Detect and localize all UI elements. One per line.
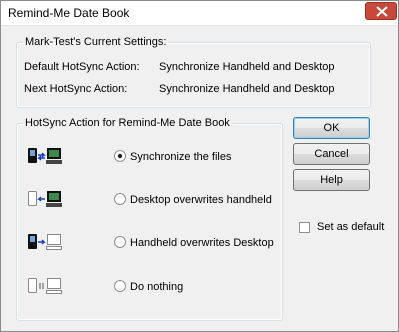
- set-as-default-checkbox[interactable]: [299, 222, 310, 233]
- close-icon: [376, 6, 388, 17]
- desktop-to-handheld-icon: [28, 191, 62, 207]
- close-button[interactable]: [365, 2, 397, 20]
- radio-synchronize[interactable]: [114, 150, 126, 162]
- ok-button[interactable]: OK: [293, 117, 370, 139]
- do-nothing-icon: [28, 278, 62, 294]
- next-action-label: Next HotSync Action:: [24, 83, 128, 95]
- current-settings-group: Mark-Test's Current Settings: Default Ho…: [16, 36, 371, 108]
- radio-handheld-overwrites[interactable]: [114, 236, 126, 248]
- option-synchronize-label[interactable]: Synchronize the files: [130, 151, 232, 163]
- option-do-nothing-label[interactable]: Do nothing: [130, 281, 183, 293]
- handheld-to-desktop-icon: [28, 234, 62, 250]
- option-handheld-overwrites-label[interactable]: Handheld overwrites Desktop: [130, 237, 274, 249]
- cancel-button[interactable]: Cancel: [293, 143, 370, 165]
- dialog-window: Remind-Me Date Book Mark-Test's Current …: [0, 0, 399, 332]
- radio-do-nothing[interactable]: [114, 280, 126, 292]
- next-action-value: Synchronize Handheld and Desktop: [159, 83, 335, 95]
- default-action-label: Default HotSync Action:: [24, 61, 140, 73]
- default-action-value: Synchronize Handheld and Desktop: [159, 61, 335, 73]
- hotsync-action-legend: HotSync Action for Remind-Me Date Book: [25, 117, 230, 129]
- title-bar: Remind-Me Date Book: [1, 1, 398, 26]
- option-desktop-overwrites-label[interactable]: Desktop overwrites handheld: [130, 194, 272, 206]
- radio-desktop-overwrites[interactable]: [114, 193, 126, 205]
- window-title: Remind-Me Date Book: [8, 6, 130, 20]
- sync-both-icon: [28, 148, 62, 164]
- current-settings-legend: Mark-Test's Current Settings:: [25, 36, 167, 48]
- help-button[interactable]: Help: [293, 169, 370, 191]
- hotsync-action-group: HotSync Action for Remind-Me Date Book S…: [16, 117, 283, 321]
- set-as-default-label[interactable]: Set as default: [317, 221, 384, 233]
